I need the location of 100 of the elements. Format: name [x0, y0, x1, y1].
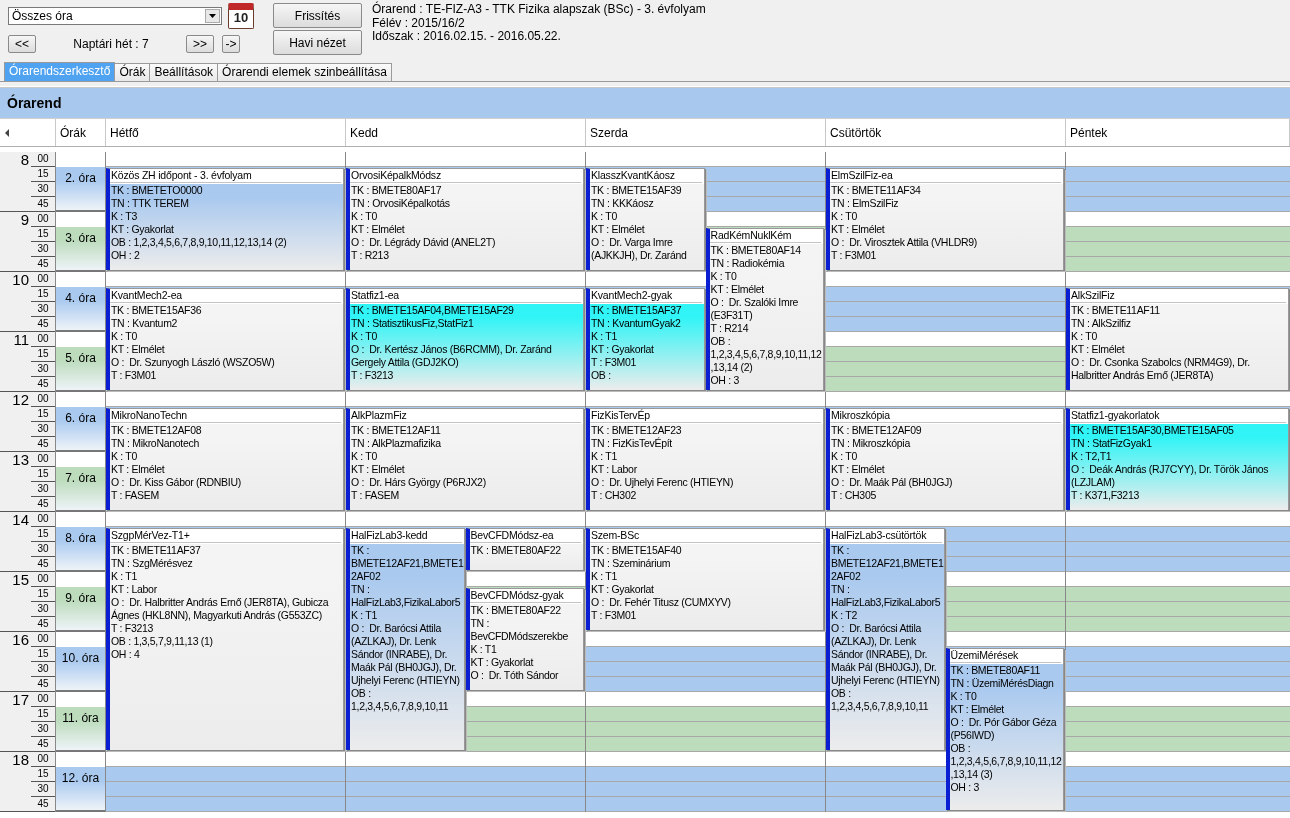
tab[interactable]: Órarendi elemek szinbeállítása [217, 63, 392, 81]
event-title: KvantMech2-gyak [590, 289, 702, 303]
event-detail: TK : BMETE11AF34 [831, 184, 922, 197]
event-card[interactable]: FizKisTervÉp TK : BMETE12AF23 TN : FizKisTevÉpít K : T1 KT : Labor O : Dr. Ujhelyi Ferenc (HTIEYN) T : CH302 [586, 408, 824, 510]
event-card[interactable]: Statfiz1-gyakorlatok TK : BMETE15AF30,BMETE15AF05 TN : StatFizGyak1 K : T2,T1 O : Deák András (RJ7CYY), Dr. Török János (LZJLAM) T : K371,F3213 [1066, 408, 1289, 510]
minute-label: 00 [31, 212, 55, 227]
minute-label: 00 [31, 452, 55, 467]
hour-label: 8 [20, 151, 29, 168]
event-detail: T : FASEM [111, 489, 160, 502]
event-detail: K : T2 [831, 609, 859, 622]
minute-label: 00 [31, 692, 55, 707]
minute-label: 15 [31, 647, 55, 662]
event-card[interactable]: AlkPlazmFiz TK : BMETE12AF11 TN : AlkPlazmafizika K : T0 KT : Elmélet O : Dr. Hárs György (P6RJX2) T : FASEM [346, 408, 584, 510]
event-detail: KT : Elmélet [591, 223, 646, 236]
event-detail: TN : StatFizGyak1 [1071, 437, 1153, 450]
event-detail: T : CH302 [591, 489, 637, 502]
info-text: Félév : 2015/16/2 [372, 16, 466, 30]
event-detail: T : FASEM [351, 489, 400, 502]
event-detail: TK : BMETE80AF14 [710, 244, 802, 257]
next-week-button[interactable]: >> [186, 35, 214, 53]
minute-label: 15 [31, 227, 55, 242]
event-card[interactable]: KlasszKvantKáosz TK : BMETE15AF39 TN : KKKáosz K : T0 KT : Elmélet O : Dr. Varga Imre (AJKKJH), Dr. Zaránd [586, 168, 705, 270]
event-detail: K : T0 [111, 330, 139, 343]
period-cell: 11. óra [56, 707, 105, 751]
calendar-button[interactable]: 10 [228, 3, 254, 29]
minute-label: 45 [31, 557, 55, 572]
month-view-button[interactable]: Havi nézet [273, 30, 362, 55]
event-card[interactable]: OrvosiKépalkMódsz TK : BMETE80AF17 TN : OrvosiKépalkotás K : T0 KT : Elmélet O : Dr. Légrády Dávid (ANEL2T) T : R213 [346, 168, 584, 270]
hour-label: 9 [20, 211, 29, 228]
event-detail: T : R213 [351, 249, 390, 262]
event-card[interactable]: MikroNanoTechn TK : BMETE12AF08 TN : MikroNanotech K : T0 KT : Elmélet O : Dr. Kiss Gábor (RDNBIU) T : FASEM [106, 408, 344, 510]
event-detail: T : F3M01 [591, 356, 637, 369]
hour-label: 14 [12, 511, 29, 528]
event-card[interactable]: RadKémNuklKém TK : BMETE80AF14 TN : Radiokémia K : T0 KT : Elmélet O : Dr. Szalóki Imre (E3F31T) T : R214 OB : 1,2,3,4,5,6,7,8,9,10,11,12,13,14 (2) OH : 3 [705, 228, 824, 390]
minute-label: 00 [31, 332, 55, 347]
event-title: BevCFDMódsz-ea [469, 529, 581, 543]
event-card[interactable]: ÜzemiMérések TK : BMETE80AF11 TN : ÜzemiMérésDiagn K : T0 KT : Elmélet O : Dr. Pór Gábor Géza (P56IWD) OB : 1,2,3,4,5,6,7,8,9,10,11,12,13,14 (3) OH : 3 [945, 648, 1064, 810]
hour-label: 10 [12, 271, 29, 288]
event-detail: TN : AlkPlazmafizika [351, 437, 442, 450]
refresh-button[interactable]: Frissítés [273, 3, 362, 28]
minute-label: 15 [31, 467, 55, 482]
minute-label: 45 [31, 377, 55, 392]
minute-label: 45 [31, 317, 55, 332]
tab[interactable]: Órák [114, 63, 151, 81]
event-detail: O : Dr. Hárs György (P6RJX2) [351, 476, 487, 489]
column-header: Péntek [1066, 119, 1290, 146]
event-detail: OB : 1,2,3,4,5,6,7,8,9,10,11 [831, 687, 930, 713]
hour-label: 13 [12, 451, 29, 468]
filter-dropdown[interactable]: Összes óra [8, 7, 222, 25]
event-detail: TK : BMETE15AF30,BMETE15AF05 [1071, 424, 1235, 437]
event-detail: T : K371,F3213 [1071, 489, 1140, 502]
minute-label: 45 [31, 497, 55, 512]
event-detail: O : Dr. Fehér Titusz (CUMXYV) [591, 596, 732, 609]
event-detail: TK : BMETE15AF36 [111, 304, 203, 317]
event-detail: T : F3213 [351, 369, 395, 382]
event-title: SzgpMérVez-T1+ [110, 529, 341, 543]
event-card[interactable]: KvantMech2-ea TK : BMETE15AF36 TN : Kvantum2 K : T0 KT : Elmélet O : Dr. Szunyogh László (WSZO5W) T : F3M01 [106, 288, 344, 390]
event-detail: TK : BMETE80AF11 [950, 664, 1042, 677]
event-detail: K : T0 [950, 690, 978, 703]
minute-label: 45 [31, 617, 55, 632]
minute-label: 15 [31, 767, 55, 782]
event-title: BevCFDMódsz-gyak [469, 589, 581, 603]
scroll-left-icon[interactable] [4, 128, 10, 137]
tab[interactable]: Beállítások [149, 63, 219, 81]
event-detail: TK : BMETE80AF17 [351, 184, 443, 197]
event-detail: TN : Kvantum2 [111, 317, 179, 330]
event-detail: TN : KvantumGyak2 [591, 317, 682, 330]
previous-week-button[interactable]: << [8, 35, 36, 53]
hour-label: 12 [12, 391, 29, 408]
event-card[interactable]: KvantMech2-gyak TK : BMETE15AF37 TN : KvantumGyak2 K : T1 KT : Gyakorlat T : F3M01 OB : [586, 288, 705, 390]
event-detail: OH : 3 [950, 781, 981, 794]
event-detail: KT : Elmélet [710, 283, 765, 296]
event-card[interactable]: BevCFDMódsz-gyak TK : BMETE80AF22 TN : BevCFDMódszerekbe K : T1 KT : Gyakorlat O : Dr. Tóth Sándor [465, 588, 584, 690]
event-card[interactable]: Közös ZH időpont - 3. évfolyam TK : BMETETO0000 TN : TTK TEREM K : T3 KT : Gyakorlat OB : 1,2,3,4,5,6,7,8,9,10,11,12,13,14 (2) OH : 2 [106, 168, 344, 270]
column-header: Hétfő [106, 119, 346, 146]
event-title: AlkSzilFiz [1070, 289, 1286, 303]
event-detail: T : R214 [710, 322, 750, 335]
event-detail: TN : BevCFDMódszerekbe [470, 617, 570, 643]
event-card[interactable]: AlkSzilFiz TK : BMETE11AF11 TN : AlkSzilfiz K : T0 KT : Elmélet O : Dr. Csonka Szabolcs (NRM4G9), Dr. Halbritter András Ernő (JER8TA) [1066, 288, 1289, 390]
event-detail: T : F3M01 [591, 609, 637, 622]
jump-button[interactable]: -> [222, 35, 240, 53]
event-detail: O : Deák András (RJ7CYY), Dr. Török János (LZJLAM) [1071, 463, 1270, 489]
minute-label: 15 [31, 527, 55, 542]
event-card[interactable]: Mikroszkópia TK : BMETE12AF09 TN : Mikroszkópia K : T0 KT : Elmélet O : Dr. Maák Pál (BH0JGJ) T : CH305 [826, 408, 1064, 510]
event-detail: TN : AlkSzilfiz [1071, 317, 1132, 330]
event-card[interactable]: Statfiz1-ea TK : BMETE15AF04,BMETE15AF29 TN : StatisztikusFiz,StatFiz1 K : T0 O : Dr. Kertész János (B6RCMM), Dr. Zaránd Gergely Attila (GDJ2KO) T : F3213 [346, 288, 584, 390]
event-card[interactable]: SzgpMérVez-T1+ TK : BMETE11AF37 TN : SzgMérésvez K : T1 KT : Labor O : Dr. Halbritter András Ernő (JER8TA), Gubicza Ágnes (HKL8NN), Magyarkuti András (G553ZC) T : F3213 OB : 1,3,5,7,9,11,13 (1) OH : 4 [106, 528, 344, 750]
event-detail: TK : BMETE11AF11 [1071, 304, 1161, 317]
panel-title: Órarend [0, 87, 1290, 118]
event-title: HalFizLab3-kedd [350, 529, 462, 543]
column-header: Kedd [346, 119, 586, 146]
period-cell: 10. óra [56, 647, 105, 691]
event-card[interactable]: ElmSzilFiz-ea TK : BMETE11AF34 TN : ElmSzilFiz K : T0 KT : Elmélet O : Dr. Virosztek Attila (VHLDR9) T : F3M01 [826, 168, 1064, 270]
minute-label: 30 [31, 182, 55, 197]
event-card[interactable]: BevCFDMódsz-ea TK : BMETE80AF22 [465, 528, 584, 570]
event-card[interactable]: Szem-BSc TK : BMETE15AF40 TN : Szeminárium K : T1 KT : Gyakorlat O : Dr. Fehér Titusz (CUMXYV) T : F3M01 [586, 528, 824, 630]
event-detail: KT : Labor [111, 583, 158, 596]
event-title: KlasszKvantKáosz [590, 169, 702, 183]
event-detail: K : T0 [351, 210, 379, 223]
hour-label: 17 [12, 691, 29, 708]
